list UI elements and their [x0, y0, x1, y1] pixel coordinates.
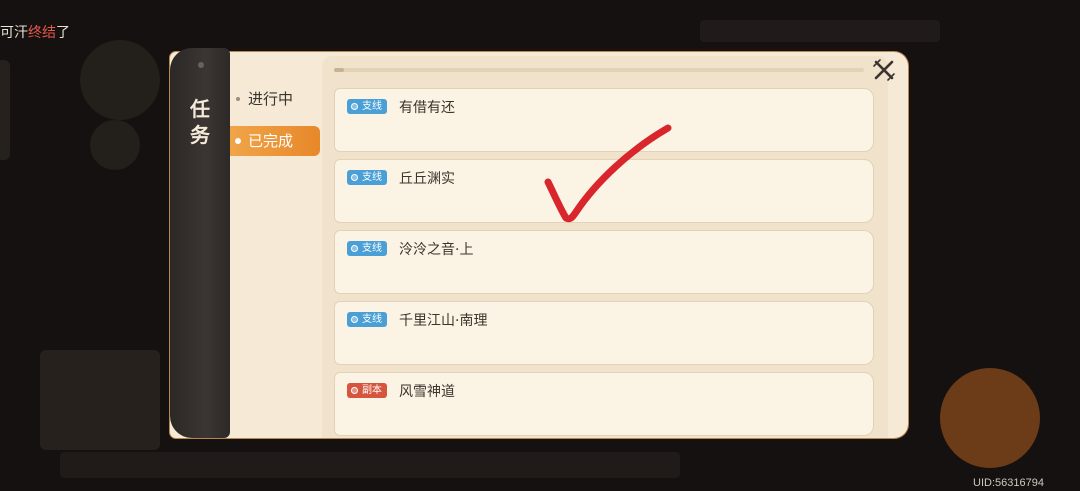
quest-name: 丘丘渊实: [399, 171, 455, 187]
quest-item[interactable]: 副本 风雪神道: [334, 372, 874, 436]
quest-tag: 副本: [347, 383, 387, 398]
scrollbar[interactable]: [334, 68, 864, 72]
quest-item[interactable]: 支线 泠泠之音·上: [334, 230, 874, 294]
background-action-button: [940, 368, 1040, 468]
chat-message: 可汗终结了: [0, 25, 70, 41]
quest-name: 千里江山·南理: [399, 313, 488, 329]
panel-title-char-1: 任: [190, 97, 210, 121]
tab-completed[interactable]: 已完成: [230, 126, 320, 156]
background-decoration: [90, 120, 140, 170]
quest-tag: 支线: [347, 170, 387, 185]
background-decoration: [0, 60, 10, 160]
quest-tag-icon: [351, 245, 358, 252]
tab-in-progress[interactable]: 进行中: [230, 84, 320, 114]
background-decoration: [40, 350, 160, 450]
uid-label: UID:56316794: [973, 477, 1044, 489]
checkmark-icon: [544, 124, 672, 223]
panel-spine: 任 务: [170, 48, 230, 438]
spine-ornament: [198, 62, 204, 68]
quest-tag-icon: [351, 103, 358, 110]
quest-name: 风雪神道: [399, 384, 455, 400]
scrollbar-thumb[interactable]: [334, 68, 344, 72]
quest-tag: 支线: [347, 312, 387, 327]
bullet-icon: [235, 138, 241, 144]
panel-title-char-2: 务: [190, 123, 210, 147]
quest-tag-icon: [351, 387, 358, 394]
quest-tag: 支线: [347, 99, 387, 114]
background-decoration: [60, 452, 680, 478]
background-decoration: [80, 40, 160, 120]
close-icon[interactable]: [872, 58, 896, 82]
tab-label: 已完成: [248, 132, 294, 150]
tab-label: 进行中: [248, 90, 294, 108]
quest-name: 泠泠之音·上: [399, 242, 474, 258]
bullet-icon: [236, 97, 240, 101]
quest-item[interactable]: 支线 千里江山·南理: [334, 301, 874, 365]
quest-list[interactable]: 支线 有借有还 支线 丘丘渊实 支线 泠泠之音·上 支线 千里江山·南理 副本 …: [322, 56, 888, 438]
quest-tag-icon: [351, 174, 358, 181]
quest-tag: 支线: [347, 241, 387, 256]
quest-name: 有借有还: [399, 100, 455, 116]
background-decoration: [700, 20, 940, 42]
panel-title: 任 务: [170, 96, 230, 148]
quest-tag-icon: [351, 316, 358, 323]
